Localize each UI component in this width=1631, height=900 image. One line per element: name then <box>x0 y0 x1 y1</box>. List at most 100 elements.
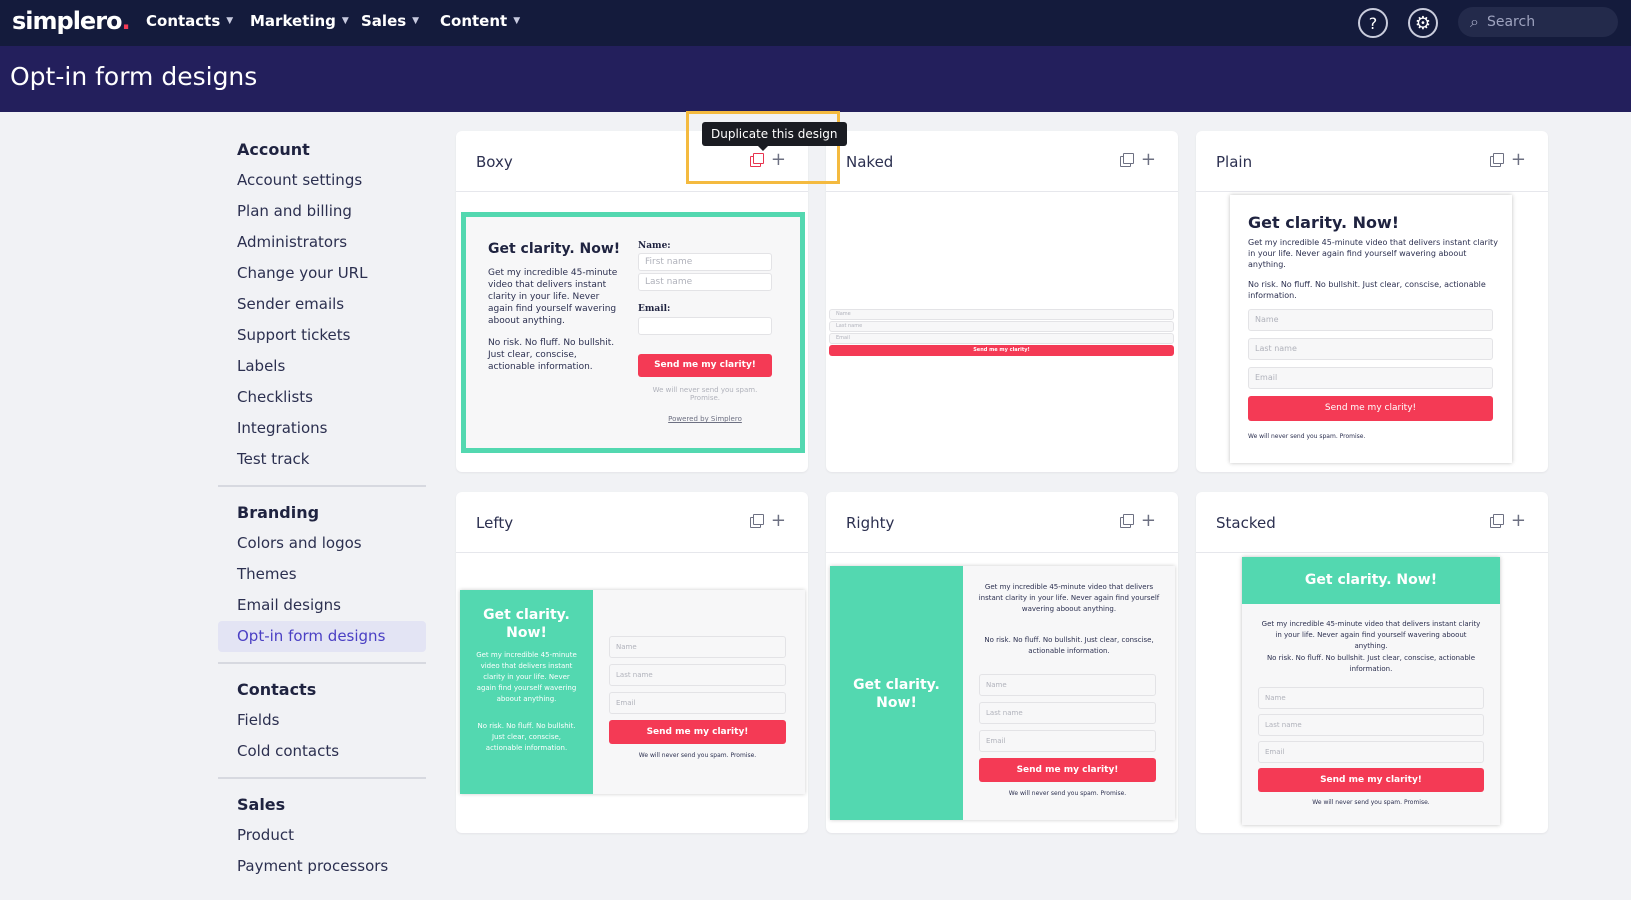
spam-note: We will never send you spam. Promise. <box>1248 433 1366 440</box>
card-header: Plain + <box>1196 131 1548 192</box>
green-panel: Get clarity. Now! <box>830 566 963 820</box>
form-preview-boxy: Get clarity. Now! Get my incredible 45-m… <box>461 212 805 453</box>
form-preview-lefty: Get clarity. Now! Get my incredible 45-mi… <box>460 590 805 794</box>
form-body: Get my incredible 45-minute video that d… <box>1248 238 1498 269</box>
duplicate-icon[interactable] <box>1489 514 1504 528</box>
duplicate-icon[interactable] <box>1119 514 1134 528</box>
nav-contacts[interactable]: Contacts ▼ <box>146 12 233 30</box>
chevron-down-icon: ▼ <box>513 16 521 26</box>
sidebar-item-sender-emails[interactable]: Sender emails <box>218 289 426 320</box>
duplicate-icon[interactable] <box>1119 153 1134 167</box>
design-card-naked[interactable]: Naked + Name Last name Email Send me my … <box>826 131 1178 472</box>
spam-note: We will never send you spam. Promise. <box>652 386 758 402</box>
sidebar-item-themes[interactable]: Themes <box>218 559 426 590</box>
sidebar-group-branding: Branding Colors and logos Themes Email d… <box>218 495 426 664</box>
plus-icon[interactable]: + <box>1141 151 1156 169</box>
sidebar-item-labels[interactable]: Labels <box>218 351 426 382</box>
plus-icon[interactable]: + <box>1141 512 1156 530</box>
spam-note: We will never send you spam. Promise. <box>638 752 757 759</box>
email-field: Email <box>609 692 786 714</box>
sidebar-item-plan-billing[interactable]: Plan and billing <box>218 196 426 227</box>
sidebar-item-fields[interactable]: Fields <box>218 705 426 736</box>
duplicate-icon[interactable] <box>749 514 764 528</box>
email-field: Email <box>1248 367 1493 389</box>
sidebar-item-email-designs[interactable]: Email designs <box>218 590 426 621</box>
form-preview-righty: Get clarity. Now! Get my incredible 45-mi… <box>830 566 1175 820</box>
sidebar-heading: Branding <box>237 503 320 522</box>
spam-note: We will never send you spam. Promise. <box>1008 790 1127 797</box>
search-box[interactable]: ⌕ <box>1458 7 1618 37</box>
nav-marketing[interactable]: Marketing ▼ <box>250 12 349 30</box>
form-body: Get my incredible 45-minute video that d… <box>488 268 618 326</box>
form-headline: Get clarity. Now! <box>853 677 940 711</box>
sidebar-item-support-tickets[interactable]: Support tickets <box>218 320 426 351</box>
card-actions: + <box>1119 512 1156 530</box>
last-name-field: Last name <box>1248 338 1493 360</box>
design-card-lefty[interactable]: Lefty + Get clarity. Now! Get my incredib… <box>456 492 808 833</box>
form-body-2: No risk. No fluff. No bullshit. Just cle… <box>488 338 615 372</box>
search-icon: ⌕ <box>1470 12 1479 31</box>
form-body-2: No risk. No fluff. No bullshit. Just cle… <box>984 636 1154 655</box>
sidebar-item-integrations[interactable]: Integrations <box>218 413 426 444</box>
design-card-righty[interactable]: Righty + Get clarity. Now! Get my incredi… <box>826 492 1178 833</box>
sidebar-item-payment-processors[interactable]: Payment processors <box>218 851 426 882</box>
sidebar-item-account-settings[interactable]: Account settings <box>218 165 426 196</box>
card-title: Righty <box>846 514 895 532</box>
form-headline: Get clarity. Now! <box>488 241 621 257</box>
sidebar-item-product[interactable]: Product <box>218 820 426 851</box>
nav-content[interactable]: Content ▼ <box>440 12 520 30</box>
plus-icon[interactable]: + <box>1511 512 1526 530</box>
card-header: Righty + <box>826 492 1178 553</box>
powered-by: Powered by Simplero <box>668 415 742 423</box>
sidebar-item-optin-form-designs[interactable]: Opt-in form designs <box>218 621 426 652</box>
help-icon[interactable]: ? <box>1358 8 1388 38</box>
last-name-field: Last name <box>609 664 786 686</box>
sidebar-item-cold-contacts[interactable]: Cold contacts <box>218 736 426 767</box>
card-header: Stacked + <box>1196 492 1548 553</box>
last-name-field: Last name <box>638 273 772 291</box>
nav-sales[interactable]: Sales ▼ <box>361 12 419 30</box>
card-title: Naked <box>846 153 894 171</box>
form-body-2: No risk. No fluff. No bullshit. Just cle… <box>477 722 576 752</box>
first-name-field: First name <box>638 253 772 271</box>
plus-icon[interactable]: + <box>771 512 786 530</box>
email-label: Email: <box>638 304 671 314</box>
name-field: Name <box>1248 309 1493 331</box>
green-panel: Get clarity. Now! <box>1242 557 1500 604</box>
form-preview-plain: Get clarity. Now! Get my incredible 45-m… <box>1230 195 1512 463</box>
gear-icon[interactable]: ⚙ <box>1408 8 1438 38</box>
chevron-down-icon: ▼ <box>226 16 234 26</box>
spam-note: We will never send you spam. Promise. <box>1312 799 1430 806</box>
top-navbar: simplero. Contacts ▼ Marketing ▼ Sales ▼ Co… <box>0 0 1631 46</box>
sidebar-item-administrators[interactable]: Administrators <box>218 227 426 258</box>
card-title: Plain <box>1216 153 1253 171</box>
form-headline: Get clarity. Now! <box>1304 572 1438 588</box>
form-body: Get my incredible 45-minute video that d… <box>1261 620 1481 650</box>
name-field: Name <box>979 674 1156 696</box>
sidebar-item-colors-logos[interactable]: Colors and logos <box>218 528 426 559</box>
simplero-logo[interactable]: simplero. <box>12 7 131 35</box>
chevron-down-icon: ▼ <box>341 16 349 26</box>
card-title: Boxy <box>476 153 513 171</box>
search-input[interactable] <box>1486 14 1597 30</box>
card-title: Stacked <box>1216 514 1276 532</box>
form-body: Get my incredible 45-minute video that d… <box>978 583 1160 613</box>
card-actions: + <box>749 512 786 530</box>
sidebar-item-test-track[interactable]: Test track <box>218 444 426 475</box>
form-body: Get my incredible 45-minute video that d… <box>476 651 577 703</box>
sidebar-item-checklists[interactable]: Checklists <box>218 382 426 413</box>
design-card-stacked[interactable]: Stacked + Get clarity. Now! Get my incre… <box>1196 492 1548 833</box>
duplicate-icon[interactable] <box>1489 153 1504 167</box>
name-field: Name <box>609 636 786 658</box>
design-card-plain[interactable]: Plain + Get clarity. Now! Get my incredi… <box>1196 131 1548 472</box>
plus-icon[interactable]: + <box>1511 151 1526 169</box>
submit-button: Send me my clarity! <box>638 354 772 377</box>
form-preview-stacked: Get clarity. Now! Get my incredible 45-m… <box>1242 557 1500 825</box>
sidebar-item-change-url[interactable]: Change your URL <box>218 258 426 289</box>
card-header: Lefty + <box>456 492 808 553</box>
card-actions: + <box>1119 151 1156 169</box>
submit-button: Send me my clarity! <box>1258 768 1484 792</box>
form-headline: Get clarity. Now! <box>483 607 570 641</box>
name-label: Name: <box>638 241 671 251</box>
last-name-field: Last name <box>1258 714 1484 736</box>
